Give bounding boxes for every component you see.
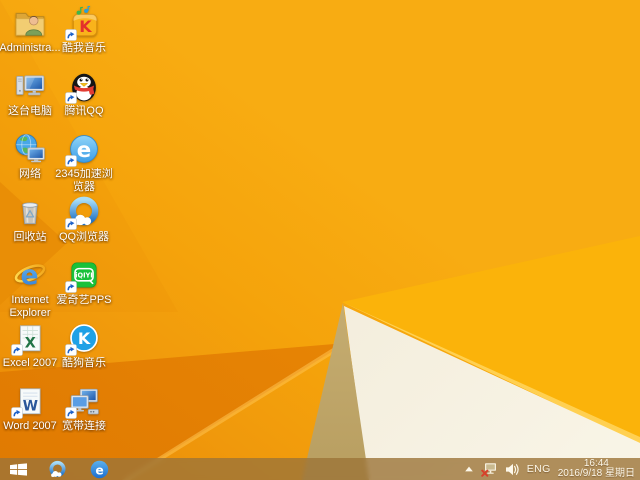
system-tray: ENG 16:44 2016/9/18 星期日 — [464, 458, 640, 480]
shortcut-arrow-icon — [65, 92, 77, 104]
qq-browser-icon — [48, 460, 67, 479]
iqiyi-pps[interactable]: iQIYI 爱奇艺PPS — [56, 258, 112, 320]
shortcut-arrow-icon — [65, 344, 77, 356]
taskbar: e ENG 16:44 2016/9/18 星期日 — [0, 458, 640, 480]
icon-label: 酷我音乐 — [62, 42, 106, 54]
ie-ball-icon: e — [90, 460, 109, 479]
svg-text:iQIYI: iQIYI — [75, 271, 93, 279]
icon-label: 爱奇艺PPS — [56, 294, 112, 306]
network-disconnected-icon[interactable] — [481, 462, 498, 477]
svg-text:W: W — [23, 399, 38, 415]
administrator-folder[interactable]: Administra... — [0, 6, 61, 68]
kugou-icon: K — [65, 321, 101, 356]
icon-label: 酷狗音乐 — [62, 357, 106, 369]
tencent-qq[interactable]: 腾讯QQ — [56, 69, 112, 131]
qq-browser-icon — [65, 195, 101, 230]
recycle-bin[interactable]: 回收站 — [2, 195, 58, 257]
qq-browser[interactable]: QQ浏览器 — [56, 195, 112, 257]
shortcut-arrow-icon — [65, 281, 77, 293]
broadband-icon — [65, 384, 101, 419]
icon-label: QQ浏览器 — [58, 231, 110, 243]
desktop: Administra... K 酷我音乐 这台电脑 腾讯QQ 网络 e 2345加速浏览器 回收… — [0, 0, 640, 480]
shortcut-arrow-icon — [11, 344, 23, 356]
internet-explorer[interactable]: e Internet Explorer — [2, 258, 58, 320]
shortcut-arrow-icon — [65, 218, 77, 230]
shortcut-arrow-icon — [65, 29, 77, 41]
shortcut-arrow-icon — [65, 407, 77, 419]
clock-date: 2016/9/18 星期日 — [557, 468, 635, 479]
excel-icon: X — [11, 321, 47, 356]
word-2007[interactable]: W Word 2007 — [2, 384, 58, 446]
blue-e-browser-icon: e — [65, 132, 101, 167]
excel-2007[interactable]: X Excel 2007 — [2, 321, 58, 383]
svg-text:K: K — [79, 17, 92, 36]
kuwo-music-icon: K — [65, 6, 101, 41]
taskbar-internet-explorer[interactable]: e — [78, 458, 120, 480]
user-folder-icon — [13, 6, 47, 40]
qq-penguin-icon — [65, 69, 101, 104]
shortcut-arrow-icon — [11, 407, 23, 419]
icon-label: 2345加速浏览器 — [55, 168, 113, 193]
recycle-bin-icon — [13, 195, 47, 229]
taskbar-clock[interactable]: 16:44 2016/9/18 星期日 — [557, 458, 635, 480]
computer-icon — [13, 69, 47, 103]
2345-accelerated-browser[interactable]: e 2345加速浏览器 — [55, 132, 113, 194]
taskbar-qq-browser[interactable] — [36, 458, 78, 480]
svg-text:X: X — [25, 336, 36, 352]
svg-text:e: e — [95, 463, 103, 477]
iqiyi-icon: iQIYI — [65, 258, 101, 293]
chevron-up-icon[interactable] — [464, 465, 474, 473]
volume-icon[interactable] — [505, 463, 520, 476]
network-globe-icon — [13, 132, 47, 166]
start-button[interactable] — [0, 458, 36, 480]
shortcut-arrow-icon — [65, 155, 77, 167]
this-pc[interactable]: 这台电脑 — [2, 69, 58, 131]
broadband-connection[interactable]: 宽带连接 — [56, 384, 112, 446]
svg-text:e: e — [20, 260, 38, 291]
language-indicator[interactable]: ENG — [527, 463, 551, 475]
word-icon: W — [11, 384, 47, 419]
taskbar-pinned-apps: e — [36, 458, 120, 480]
kuwo-music[interactable]: K 酷我音乐 — [56, 6, 112, 68]
svg-text:e: e — [77, 138, 91, 163]
kugou-music[interactable]: K 酷狗音乐 — [56, 321, 112, 383]
icon-label: 宽带连接 — [62, 420, 106, 432]
windows-logo-icon — [9, 462, 27, 476]
desktop-icon-grid: Administra... K 酷我音乐 这台电脑 腾讯QQ 网络 e 2345加速浏览器 回收… — [0, 0, 640, 480]
ie-icon: e — [13, 258, 47, 292]
icon-label: 腾讯QQ — [64, 105, 104, 117]
svg-text:K: K — [78, 329, 91, 348]
